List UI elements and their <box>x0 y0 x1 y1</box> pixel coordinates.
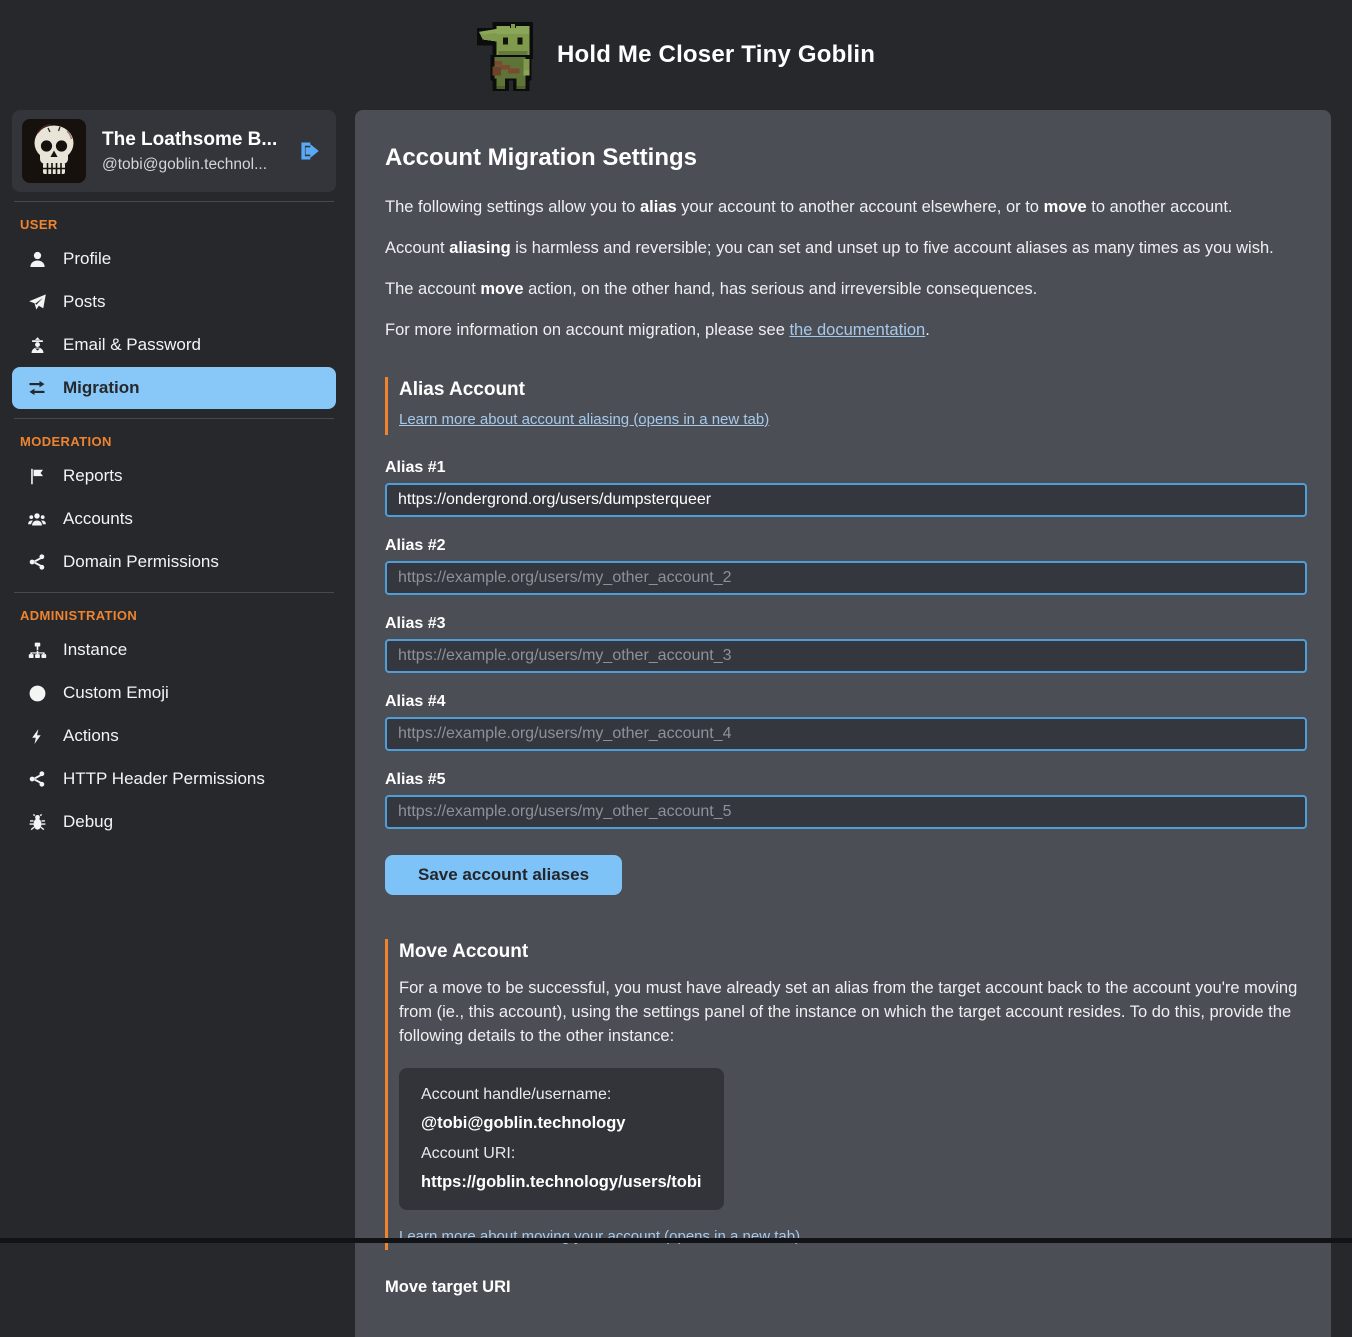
sidebar-item-label: Actions <box>63 726 119 746</box>
alias-3-input[interactable] <box>385 639 1307 673</box>
alias-section-heading: Alias Account <box>399 379 1307 401</box>
user-icon <box>27 250 47 269</box>
intro-paragraph: Account aliasing is harmless and reversi… <box>385 237 1307 261</box>
bug-icon <box>27 813 47 832</box>
alias-1-input[interactable] <box>385 483 1307 517</box>
user-handle: @tobi@goblin.technol... <box>102 156 277 174</box>
alias-4-label: Alias #4 <box>385 693 1307 711</box>
sidebar-divider <box>14 592 334 593</box>
bolt-icon <box>27 727 47 746</box>
sidebar-item-profile[interactable]: Profile <box>12 238 336 280</box>
alias-5-label: Alias #5 <box>385 771 1307 789</box>
sidebar-item-actions[interactable]: Actions <box>12 715 336 757</box>
user-display-name: The Loathsome B... <box>102 129 277 151</box>
alias-5-input[interactable] <box>385 795 1307 829</box>
sidebar: The Loathsome B... @tobi@goblin.technol.… <box>12 110 336 844</box>
account-details-box: Account handle/username: @tobi@goblin.te… <box>399 1068 724 1210</box>
user-card[interactable]: The Loathsome B... @tobi@goblin.technol.… <box>12 110 336 192</box>
account-uri-label: Account URI: <box>421 1145 702 1163</box>
account-handle-label: Account handle/username: <box>421 1086 702 1104</box>
user-meta: The Loathsome B... @tobi@goblin.technol.… <box>102 129 277 174</box>
sidebar-item-debug[interactable]: Debug <box>12 801 336 843</box>
sidebar-item-label: Posts <box>63 292 106 312</box>
flag-icon <box>27 467 47 486</box>
alias-field-1: Alias #1 <box>385 459 1307 517</box>
sidebar-item-custom-emoji[interactable]: Custom Emoji <box>12 672 336 714</box>
alias-field-2: Alias #2 <box>385 537 1307 595</box>
window-bottom-edge <box>0 1238 1352 1243</box>
sidebar-item-label: HTTP Header Permissions <box>63 769 265 789</box>
sidebar-item-http-header-permissions[interactable]: HTTP Header Permissions <box>12 758 336 800</box>
page-title: Account Migration Settings <box>385 144 1307 172</box>
sidebar-item-label: Instance <box>63 640 127 660</box>
alias-field-5: Alias #5 <box>385 771 1307 829</box>
smiley-icon <box>27 684 47 703</box>
sidebar-item-label: Profile <box>63 249 111 269</box>
share-nodes-icon <box>27 770 47 788</box>
app-title: Hold Me Closer Tiny Goblin <box>557 41 875 69</box>
main-panel: Account Migration Settings The following… <box>355 110 1331 1337</box>
sitemap-icon <box>27 641 47 660</box>
sidebar-item-posts[interactable]: Posts <box>12 281 336 323</box>
alias-4-input[interactable] <box>385 717 1307 751</box>
account-uri-value: https://goblin.technology/users/tobi <box>421 1173 702 1192</box>
sidebar-item-label: Email & Password <box>63 335 201 355</box>
migration-arrows-icon <box>27 378 47 398</box>
move-description: For a move to be successful, you must ha… <box>399 977 1307 1049</box>
sidebar-item-label: Accounts <box>63 509 133 529</box>
sidebar-section-user: USER <box>20 217 328 232</box>
sidebar-item-label: Domain Permissions <box>63 552 219 572</box>
sign-out-icon[interactable] <box>296 138 322 164</box>
sidebar-divider <box>14 201 334 202</box>
sidebar-item-migration[interactable]: Migration <box>12 367 336 409</box>
move-target-uri-label: Move target URI <box>385 1278 1307 1297</box>
alias-section-header: Alias Account Learn more about account a… <box>385 377 1307 435</box>
page-layout: The Loathsome B... @tobi@goblin.technol.… <box>0 110 1352 1337</box>
alias-fields: Alias #1 Alias #2 Alias #3 Alias #4 Alia… <box>385 459 1307 829</box>
alias-docs-link[interactable]: Learn more about account aliasing (opens… <box>399 411 769 428</box>
alias-1-label: Alias #1 <box>385 459 1307 477</box>
sidebar-item-reports[interactable]: Reports <box>12 455 336 497</box>
intro-paragraph: For more information on account migratio… <box>385 319 1307 343</box>
account-handle-value: @tobi@goblin.technology <box>421 1114 702 1133</box>
avatar <box>22 119 86 183</box>
save-account-aliases-button[interactable]: Save account aliases <box>385 855 622 895</box>
intro-paragraph: The following settings allow you to alia… <box>385 196 1307 220</box>
alias-field-4: Alias #4 <box>385 693 1307 751</box>
alias-3-label: Alias #3 <box>385 615 1307 633</box>
app-header: Hold Me Closer Tiny Goblin <box>0 0 1352 110</box>
sidebar-item-label: Debug <box>63 812 113 832</box>
paper-plane-icon <box>27 293 47 312</box>
sidebar-item-label: Custom Emoji <box>63 683 169 703</box>
sidebar-item-email-password[interactable]: Email & Password <box>12 324 336 366</box>
sidebar-divider <box>14 418 334 419</box>
sidebar-item-instance[interactable]: Instance <box>12 629 336 671</box>
goblin-logo-icon <box>477 18 539 92</box>
user-secret-icon <box>27 336 47 355</box>
move-section-heading: Move Account <box>399 941 1307 963</box>
sidebar-item-domain-permissions[interactable]: Domain Permissions <box>12 541 336 583</box>
alias-2-label: Alias #2 <box>385 537 1307 555</box>
sidebar-item-label: Reports <box>63 466 123 486</box>
sidebar-item-label: Migration <box>63 378 140 398</box>
move-section: Move Account For a move to be successful… <box>385 939 1307 1251</box>
sidebar-section-moderation: MODERATION <box>20 434 328 449</box>
documentation-link[interactable]: the documentation <box>789 321 925 339</box>
share-nodes-icon <box>27 553 47 571</box>
alias-2-input[interactable] <box>385 561 1307 595</box>
sidebar-item-accounts[interactable]: Accounts <box>12 498 336 540</box>
intro-paragraph: The account move action, on the other ha… <box>385 278 1307 302</box>
sidebar-section-administration: ADMINISTRATION <box>20 608 328 623</box>
users-icon <box>27 510 47 529</box>
alias-field-3: Alias #3 <box>385 615 1307 673</box>
